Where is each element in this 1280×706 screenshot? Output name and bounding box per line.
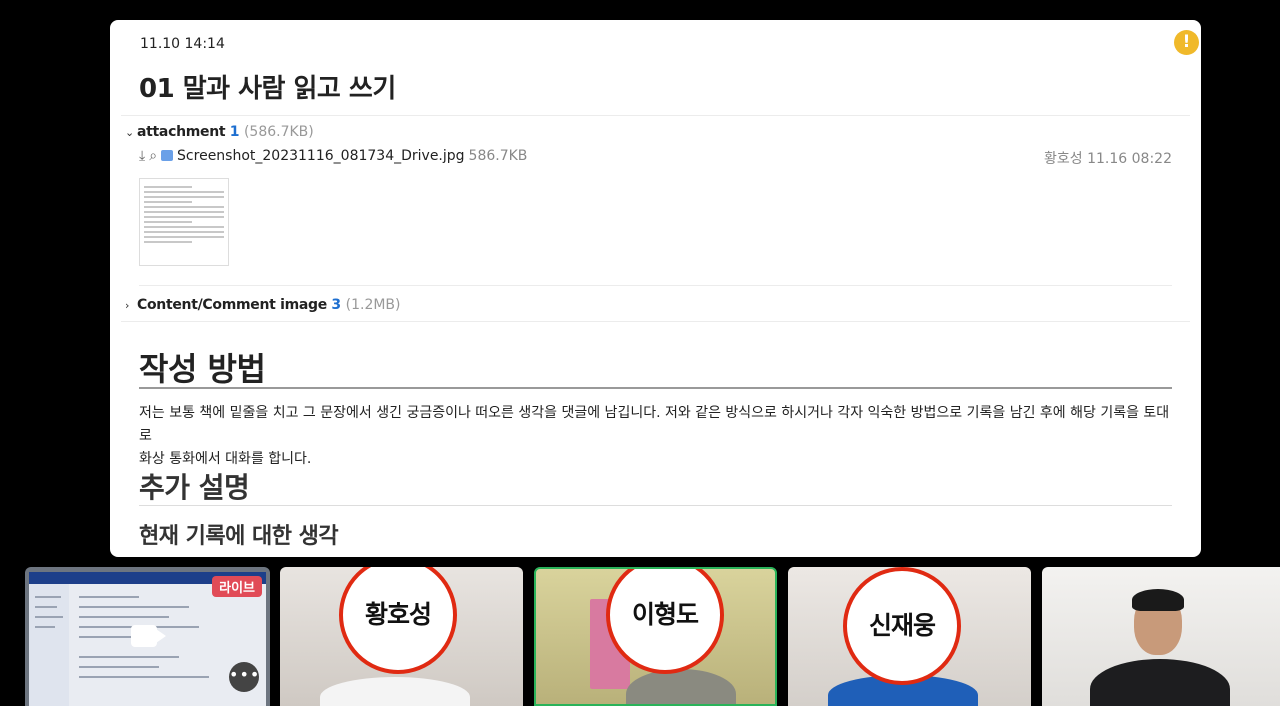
post-timestamp: 11.10 14:14 [140,36,225,52]
heading-underline [139,387,1172,389]
attachment-file-row: ⤓ ⌕ Screenshot_20231116_081734_Drive.jpg 58… [139,148,1172,168]
screen-share-tile[interactable]: 라이브 ••• [25,567,270,706]
participant-tile[interactable]: 황호성 [280,567,523,706]
search-icon[interactable]: ⌕ [149,148,157,164]
heading-additional-info: 추가 설명 [139,471,250,504]
divider [121,115,1190,116]
attachment-header[interactable]: ⌄ attachment 1 (586.7KB) [125,124,314,140]
post-viewer: 11.10 14:14 ! 01 말과 사람 읽고 쓰기 ⌄ attachment… [110,20,1201,557]
post-title: 01 말과 사람 읽고 쓰기 [139,74,396,104]
participant-name: 황호성 [339,567,457,674]
participant-tile[interactable] [1042,567,1280,706]
attachment-count: 1 [229,124,240,140]
file-name-link[interactable]: Screenshot_20231116_081734_Drive.jpg [177,148,465,164]
participant-name: 이형도 [606,569,724,674]
heading-underline [139,505,1172,506]
alert-icon[interactable]: ! [1174,30,1199,55]
download-icon[interactable]: ⤓ [139,148,145,164]
heading-writing-method: 작성 방법 [139,350,266,388]
participant-name: 신재웅 [843,567,961,685]
content-images-header[interactable]: › Content/Comment image 3 (1.2MB) [125,297,401,313]
attachment-size: (586.7KB) [243,124,314,140]
heading-current-thoughts: 현재 기록에 대한 생각 [139,524,339,549]
participant-tile-active-speaker[interactable]: 이형도 [534,567,777,706]
chevron-right-icon: › [125,299,130,312]
live-badge: 라이브 [212,576,262,597]
divider [139,285,1172,286]
body-paragraph: 저는 보통 책에 밑줄을 치고 그 문장에서 생긴 궁금증이나 떠오른 생각을 … [139,405,1170,467]
content-images-count: 3 [331,297,342,313]
video-camera-icon [131,625,166,647]
chevron-down-icon: ⌄ [125,126,135,139]
divider [121,321,1190,322]
file-size: 586.7KB [468,148,528,164]
file-uploader-info: 황호성 11.16 08:22 [1044,151,1172,167]
content-images-size: (1.2MB) [345,297,401,313]
participant-tile[interactable]: 신재웅 [788,567,1031,706]
attachment-thumbnail[interactable] [139,178,229,266]
image-file-icon [161,149,174,161]
more-options-button[interactable]: ••• [229,662,259,692]
